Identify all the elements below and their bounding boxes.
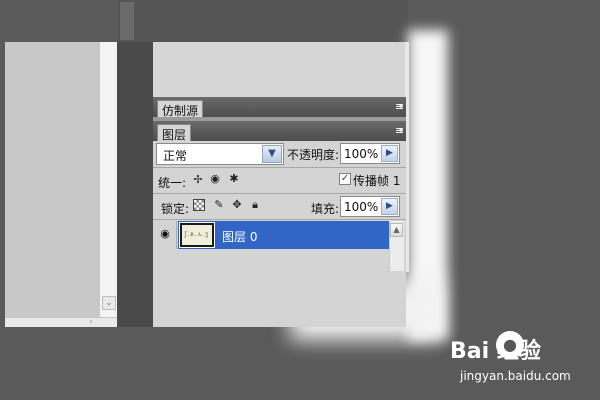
unify-position-icon[interactable]: ✢ — [191, 173, 205, 187]
layers-panel-header: 图层 ▾ — [153, 121, 406, 142]
layer-thumbnail[interactable]: ʃ.ʀ.ʌ.ʒ — [179, 222, 215, 248]
divider — [153, 219, 406, 220]
opacity-label: 不透明度: — [287, 148, 340, 162]
opacity-input[interactable]: 100% ▶ — [340, 143, 400, 164]
panel-menu-icon[interactable]: ▾ — [389, 103, 403, 111]
paw-logo-icon: ● — [496, 331, 524, 359]
scroll-right-arrow-icon[interactable]: › — [83, 317, 99, 327]
watermark-url: jingyan.baidu.com — [460, 369, 571, 383]
unify-style-icon[interactable]: ✱ — [227, 172, 241, 186]
divider — [153, 193, 406, 194]
scroll-down-arrow-icon[interactable]: ⌄ — [102, 296, 116, 310]
arrow-right-icon[interactable]: ▶ — [381, 198, 398, 215]
clone-source-panel-header: 仿制源 ▾ — [153, 97, 406, 118]
panel-dock-top — [153, 42, 408, 97]
blend-mode-value: 正常 — [163, 149, 188, 163]
lock-all-icon[interactable]: 🔒︎ — [248, 198, 262, 212]
panel-dock-gap — [117, 42, 153, 327]
propagate-frame-label: 传播帧 1 — [353, 174, 401, 188]
eye-icon[interactable]: ◉ — [157, 227, 173, 241]
unify-visibility-icon[interactable]: ◉ — [208, 172, 222, 186]
chevron-down-icon[interactable]: ▼ — [262, 145, 282, 163]
lock-position-move-icon[interactable]: ✥ — [230, 198, 244, 212]
layer-thumbnail-text: ʃ.ʀ.ʌ.ʒ — [184, 231, 210, 238]
blend-mode-select[interactable]: 正常 ▼ — [156, 143, 284, 165]
top-dim-bar — [118, 0, 408, 42]
layers-list-empty-area — [155, 249, 389, 327]
fill-label: 填充: — [311, 202, 340, 216]
watermark-brand: Bai 经验 — [450, 339, 541, 364]
document-horizontal-scrollbar[interactable] — [5, 317, 117, 327]
lock-transparent-pixels-icon[interactable] — [193, 199, 205, 211]
document-vertical-scrollbar[interactable] — [100, 42, 117, 317]
lock-image-pixels-brush-icon[interactable]: ✎ — [212, 198, 226, 212]
document-canvas-area — [5, 42, 100, 327]
layer-name[interactable]: 图层 0 — [222, 228, 257, 245]
tab-clone-source[interactable]: 仿制源 — [157, 100, 204, 118]
divider — [153, 167, 406, 168]
lock-label: 锁定: — [161, 202, 190, 216]
arrow-right-icon[interactable]: ▶ — [381, 145, 398, 162]
unify-label: 统一: — [158, 176, 187, 190]
fill-value: 100% — [344, 200, 379, 214]
opacity-value: 100% — [344, 147, 379, 161]
top-dim-bar-edge — [120, 2, 134, 40]
panel-menu-icon[interactable]: ▾ — [389, 127, 403, 135]
propagate-frame-checkbox[interactable]: ✓ — [339, 173, 351, 185]
scroll-up-arrow-icon[interactable]: ▲ — [390, 223, 403, 237]
fill-input[interactable]: 100% ▶ — [340, 196, 400, 217]
tab-layers[interactable]: 图层 — [157, 124, 192, 142]
